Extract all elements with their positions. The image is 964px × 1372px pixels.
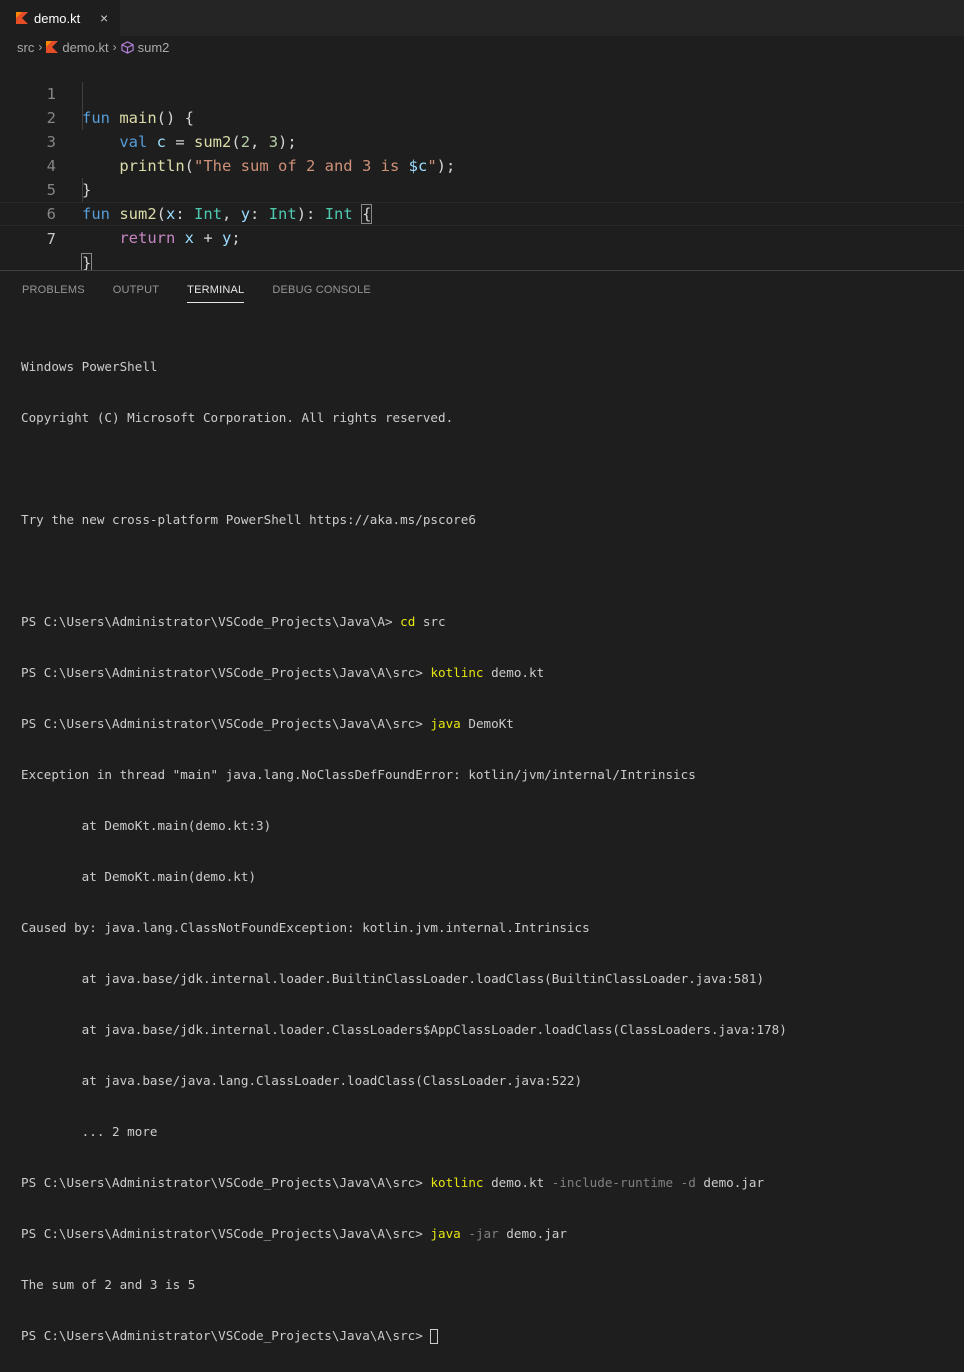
chevron-right-icon: ›: [38, 40, 43, 54]
code-line-4: 4 }: [0, 130, 964, 199]
terminal-line: at DemoKt.main(demo.kt): [21, 869, 257, 884]
terminal-line: The sum of 2 and 3 is 5: [21, 1277, 196, 1292]
terminal-line: PS C:\Users\Administrator\VSCode_Project…: [21, 664, 787, 681]
kotlin-file-icon: [16, 12, 28, 24]
command: java: [430, 716, 461, 731]
breadcrumb-file-label: demo.kt: [62, 39, 109, 55]
close-icon[interactable]: ×: [100, 10, 108, 26]
method-cube-icon: [120, 40, 134, 54]
command: cd: [400, 614, 416, 629]
prompt: PS C:\Users\Administrator\VSCode_Project…: [21, 665, 431, 680]
prompt: PS C:\Users\Administrator\VSCode_Project…: [21, 1328, 431, 1343]
terminal-line: Caused by: java.lang.ClassNotFoundExcept…: [21, 920, 590, 935]
prompt: PS C:\Users\Administrator\VSCode_Project…: [21, 614, 401, 629]
panel-tabs: PROBLEMS OUTPUT TERMINAL DEBUG CONSOLE: [22, 284, 399, 303]
code-line-6: 6 return x + y;: [0, 178, 964, 247]
prompt: PS C:\Users\Administrator\VSCode_Project…: [21, 1226, 431, 1241]
code-line-1: 1 fun main() {: [0, 58, 964, 127]
terminal-line: Exception in thread "main" java.lang.NoC…: [21, 767, 696, 782]
terminal-line: at java.base/jdk.internal.loader.Builtin…: [21, 971, 765, 986]
tab-output[interactable]: OUTPUT: [113, 284, 159, 303]
breadcrumb-symbol[interactable]: sum2: [120, 39, 170, 55]
command-arg: demo.kt: [483, 665, 545, 680]
tab-debug-console[interactable]: DEBUG CONSOLE: [272, 284, 371, 303]
line-number: 7: [46, 230, 56, 248]
bottom-panel: PROBLEMS OUTPUT TERMINAL DEBUG CONSOLE W…: [0, 270, 964, 1344]
tab-demo-kt[interactable]: demo.kt ×: [0, 0, 120, 36]
command: kotlinc: [430, 665, 484, 680]
token: return: [119, 229, 176, 247]
command-arg: DemoKt: [460, 716, 514, 731]
code-editor[interactable]: 1 fun main() { 2 val c = sum2(2, 3); 3 p…: [0, 58, 964, 273]
terminal-line: PS C:\Users\Administrator\VSCode_Project…: [21, 613, 787, 630]
tab-problems[interactable]: PROBLEMS: [22, 284, 85, 303]
kotlin-file-icon: [46, 41, 59, 53]
code-line-5: 5 fun sum2(x: Int, y: Int): Int {: [0, 154, 964, 224]
command-arg: src: [415, 614, 446, 629]
terminal-line: ... 2 more: [21, 1124, 158, 1139]
token: y: [222, 229, 232, 247]
editor-tab-bar: demo.kt ×: [0, 0, 964, 36]
command-flag: -jar: [460, 1226, 499, 1241]
tab-label: demo.kt: [34, 10, 81, 26]
command-arg: demo.jar: [498, 1226, 567, 1241]
terminal-line: Copyright (C) Microsoft Corporation. All…: [21, 410, 454, 425]
token: x: [184, 229, 195, 247]
chevron-right-icon: ›: [112, 40, 117, 54]
terminal-line: PS C:\Users\Administrator\VSCode_Project…: [21, 1327, 787, 1344]
code-line-7: 7 }: [0, 202, 964, 273]
terminal-line: Windows PowerShell: [21, 359, 158, 374]
prompt: PS C:\Users\Administrator\VSCode_Project…: [21, 716, 431, 731]
token: ;: [231, 229, 241, 247]
token: +: [194, 229, 223, 247]
terminal-line: PS C:\Users\Administrator\VSCode_Project…: [21, 1174, 787, 1191]
terminal-line: at DemoKt.main(demo.kt:3): [21, 818, 272, 833]
terminal-line: at java.base/jdk.internal.loader.ClassLo…: [21, 1022, 787, 1037]
command-arg: demo.kt: [483, 1175, 552, 1190]
terminal-output[interactable]: Windows PowerShell Copyright (C) Microso…: [21, 324, 787, 1372]
terminal-line: Try the new cross-platform PowerShell ht…: [21, 512, 476, 527]
command: kotlinc: [430, 1175, 484, 1190]
command-flag: -include-runtime -d: [551, 1175, 696, 1190]
breadcrumb-symbol-label: sum2: [137, 39, 170, 55]
tab-terminal[interactable]: TERMINAL: [187, 284, 245, 303]
terminal-line: PS C:\Users\Administrator\VSCode_Project…: [21, 1225, 787, 1242]
command-arg: demo.jar: [695, 1175, 765, 1190]
terminal-line: PS C:\Users\Administrator\VSCode_Project…: [21, 715, 787, 732]
terminal-cursor: [430, 1329, 439, 1344]
breadcrumb: src › demo.kt › sum2: [0, 36, 964, 58]
command: java: [430, 1226, 461, 1241]
prompt: PS C:\Users\Administrator\VSCode_Project…: [21, 1175, 431, 1190]
code-line-3: 3 println("The sum of 2 and 3 is $c");: [0, 106, 964, 175]
terminal-line: at java.base/java.lang.ClassLoader.loadC…: [21, 1073, 583, 1088]
breadcrumb-file[interactable]: demo.kt: [46, 39, 109, 55]
breadcrumb-folder[interactable]: src: [17, 40, 34, 55]
code-line-2: 2 val c = sum2(2, 3);: [0, 82, 964, 151]
